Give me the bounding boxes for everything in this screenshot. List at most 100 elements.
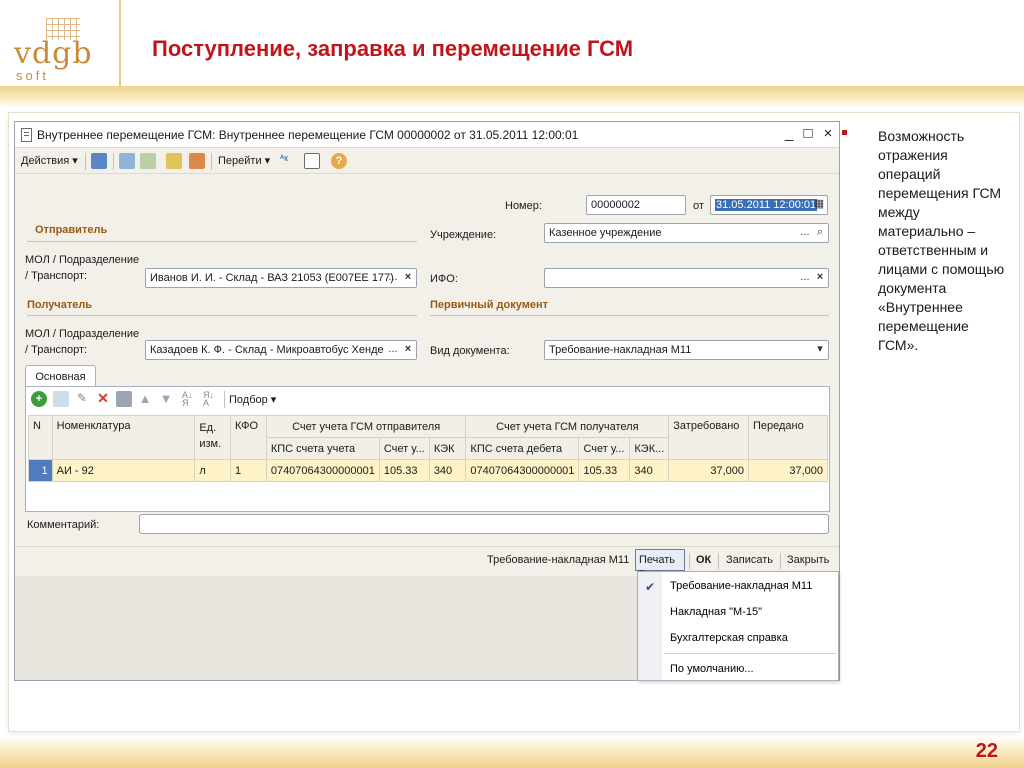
column-header-kps-account[interactable]: КПС счета учета	[265, 437, 380, 460]
goto-menu-button[interactable]: Перейти ▾	[218, 154, 270, 167]
clear-icon[interactable]: ×	[813, 270, 827, 286]
receiver-mol-label-line2: / Транспорт:	[25, 344, 88, 356]
select-button[interactable]: ...	[386, 270, 400, 286]
maximize-button[interactable]: □	[800, 125, 816, 142]
structure-icon[interactable]: ᴬк	[280, 153, 296, 169]
help-icon[interactable]: ?	[331, 153, 347, 169]
move-up-icon[interactable]: ▲	[137, 391, 153, 407]
column-header-transferred[interactable]: Передано	[748, 415, 828, 460]
cell-n[interactable]: 1	[28, 459, 53, 482]
column-header-kps-debit[interactable]: КПС счета дебета	[465, 437, 580, 460]
cell-unit[interactable]: л	[194, 459, 232, 482]
cell-kps-account[interactable]: 07407064300000001	[265, 459, 380, 482]
receiver-mol-label-line1: МОЛ / Подразделение	[25, 328, 140, 340]
comment-field[interactable]	[139, 514, 829, 534]
cell-account-2[interactable]: 105.33	[578, 459, 631, 482]
slide-title: Поступление, заправка и перемещение ГСМ	[152, 36, 634, 61]
menu-item-requisition-m11[interactable]: Требование-накладная М11	[670, 580, 812, 592]
column-header-requested[interactable]: Затребовано	[668, 415, 749, 460]
select-button[interactable]: ...	[798, 225, 812, 241]
add-row-icon[interactable]: +	[31, 391, 47, 407]
calendar-icon[interactable]: ▦	[812, 197, 826, 213]
number-field[interactable]: 00000002	[586, 195, 686, 215]
clear-icon[interactable]: ×	[401, 342, 415, 358]
selection-menu-button[interactable]: Подбор ▾	[229, 393, 276, 406]
refresh-icon[interactable]	[119, 153, 135, 169]
column-header-unit[interactable]: Ед. изм.	[194, 415, 232, 460]
receiver-mol-field[interactable]: Казадоев К. Ф. - Склад - Микроавтобус Хе…	[145, 340, 417, 360]
vdgb-logo: vdgb soft	[6, 10, 116, 83]
section-divider	[27, 315, 417, 316]
doc-type-select[interactable]: Требование-накладная М11 ▾	[544, 340, 829, 360]
select-button[interactable]: ...	[386, 342, 400, 358]
search-icon[interactable]: ⌕	[813, 225, 827, 241]
table-row[interactable]: 1 АИ - 92 л 1 07407064300000001 105.33 3…	[28, 459, 828, 482]
tab-main[interactable]: Основная	[25, 365, 96, 387]
cell-transferred[interactable]: 37,000	[748, 459, 828, 482]
menu-item-accounting-statement[interactable]: Бухгалтерская справка	[670, 632, 788, 644]
column-header-kek-2[interactable]: КЭК...	[629, 437, 670, 460]
table-panel: + ✎ ✕ ▲ ▼ A↓ Я Я↓ A Подбор ▾ N Номенклатур…	[25, 386, 830, 512]
unit-header-line2: изм.	[199, 438, 222, 450]
save-close-icon[interactable]	[91, 153, 107, 169]
toolbar-separator	[780, 553, 781, 569]
unpost-document-icon[interactable]	[189, 153, 205, 169]
minimize-button[interactable]: _	[781, 125, 797, 142]
print-menu-button[interactable]: Печать ▾	[635, 549, 685, 579]
post-document-icon[interactable]	[166, 153, 182, 169]
edit-row-icon[interactable]: ✎	[74, 391, 90, 407]
logo-subtext: soft	[16, 68, 49, 83]
date-field[interactable]: 31.05.2011 12:00:01 ▦	[710, 195, 828, 215]
end-edit-icon[interactable]	[116, 391, 132, 407]
column-header-nomenclature[interactable]: Номенклатура	[51, 415, 196, 460]
cell-requested[interactable]: 37,000	[668, 459, 749, 482]
column-header-receiver-account[interactable]: Счет учета ГСМ получателя	[465, 415, 670, 438]
table-toolbar: + ✎ ✕ ▲ ▼ A↓ Я Я↓ A Подбор ▾	[26, 387, 829, 413]
menu-item-waybill-m15[interactable]: Накладная "М-15"	[670, 606, 762, 618]
cell-kek[interactable]: 340	[428, 459, 467, 482]
number-label: Номер:	[505, 200, 542, 212]
comment-label: Комментарий:	[27, 519, 100, 531]
ifo-label: ИФО:	[430, 273, 458, 285]
toolbar-separator	[211, 153, 212, 170]
section-divider	[430, 315, 829, 316]
toolbar-separator	[718, 553, 719, 569]
close-window-button[interactable]: ×	[820, 125, 836, 142]
menu-item-defaults[interactable]: По умолчанию...	[670, 663, 754, 675]
save-button[interactable]: Записать	[726, 554, 773, 566]
cell-kek-2[interactable]: 340	[629, 459, 670, 482]
copy-document-icon[interactable]	[140, 153, 156, 169]
ifo-field[interactable]: ... ×	[544, 268, 829, 288]
print-form-button[interactable]: Требование-накладная М11	[487, 554, 629, 566]
column-header-sender-account[interactable]: Счет учета ГСМ отправителя	[265, 415, 467, 438]
sort-descending-icon[interactable]: Я↓ A	[203, 391, 219, 408]
column-header-account-short-2[interactable]: Счет у...	[578, 437, 631, 460]
delete-row-icon[interactable]: ✕	[95, 391, 111, 407]
institution-field[interactable]: Казенное учреждение ... ⌕	[544, 223, 829, 243]
select-button[interactable]: ...	[798, 270, 812, 286]
cell-account[interactable]: 105.33	[378, 459, 430, 482]
cell-nomenclature[interactable]: АИ - 92	[51, 459, 196, 482]
receiver-section-title: Получатель	[27, 299, 93, 311]
actions-menu-button[interactable]: Действия ▾	[21, 154, 78, 167]
primary-doc-section-title: Первичный документ	[430, 299, 548, 311]
column-header-account-short[interactable]: Счет у...	[378, 437, 430, 460]
move-down-icon[interactable]: ▼	[158, 391, 174, 407]
clear-icon[interactable]: ×	[401, 270, 415, 286]
window-titlebar: Внутреннее перемещение ГСМ: Внутреннее п…	[15, 122, 839, 148]
column-header-kek[interactable]: КЭК	[428, 437, 467, 460]
copy-row-icon[interactable]	[53, 391, 69, 407]
sort-ascending-icon[interactable]: A↓ Я	[182, 391, 198, 408]
slide-number: 22	[975, 740, 998, 762]
header-divider	[119, 0, 121, 86]
print-label: Печать	[639, 554, 676, 566]
column-header-n[interactable]: N	[28, 415, 53, 460]
cell-kps-debit[interactable]: 07407064300000001	[465, 459, 580, 482]
column-header-kfo[interactable]: КФО	[230, 415, 267, 460]
report-icon[interactable]	[304, 153, 320, 169]
sender-mol-field[interactable]: Иванов И. И. - Склад - ВАЗ 21053 (Е007ЕЕ…	[145, 268, 417, 288]
close-button[interactable]: Закрыть	[787, 554, 829, 566]
cell-kfo[interactable]: 1	[230, 459, 267, 482]
chevron-down-icon[interactable]: ▾	[813, 342, 827, 358]
ok-button[interactable]: ОК	[696, 554, 711, 566]
